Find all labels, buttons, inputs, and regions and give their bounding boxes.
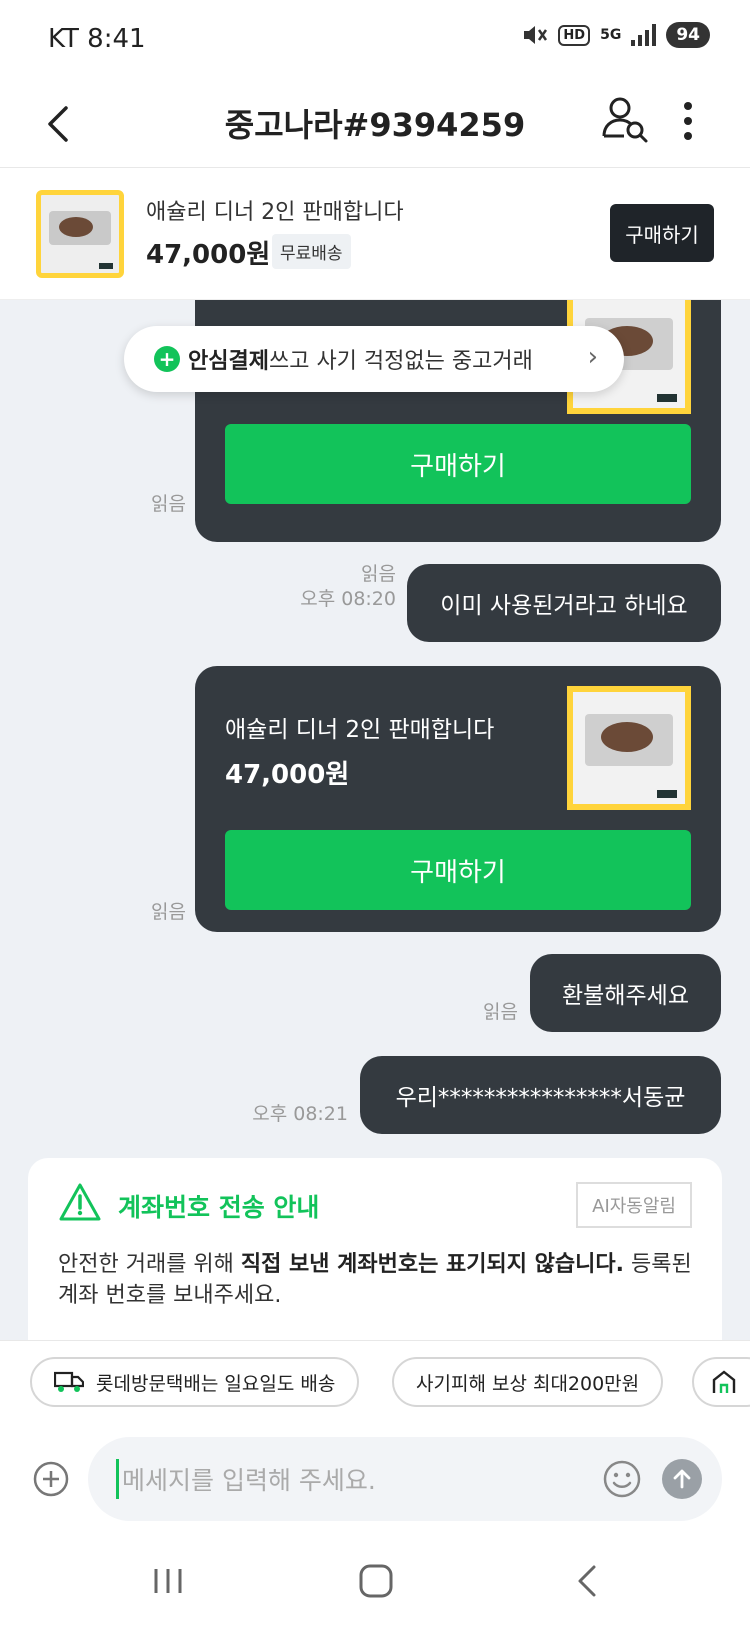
- card-product-price: 47,000원: [225, 760, 350, 790]
- product-card-message: 애슐리 디너 2인 판매합니다 47,000원 구매하기: [195, 666, 721, 932]
- sent-message: 이미 사용된거라고 하네요: [407, 564, 721, 642]
- product-name: 애슐리 디너 2인 판매합니다: [146, 200, 404, 225]
- read-receipt: 읽음: [361, 563, 396, 585]
- chat-header: 중고나라#9394259: [0, 80, 750, 168]
- plus-cross-icon: +: [154, 346, 180, 372]
- home-shield-icon: [712, 1370, 736, 1393]
- safe-payment-banner[interactable]: + 안심결제 쓰고 사기 걱정없는 중고거래 ›: [124, 326, 624, 392]
- product-price: 47,000원: [146, 240, 271, 270]
- card-product-name: 애슐리 디너 2인 판매합니다: [225, 717, 495, 743]
- emoji-icon[interactable]: [602, 1459, 642, 1499]
- status-icons: HD 5G 94: [522, 22, 710, 48]
- arrow-up-icon: [673, 1469, 691, 1489]
- message-meta: 읽음 오후 08:20: [200, 562, 396, 611]
- account-notice-card: 계좌번호 전송 안내 AI자동알림 안전한 거래를 위해 직접 보낸 계좌번호는…: [28, 1158, 722, 1340]
- input-placeholder: 메세지를 입력해 주세요.: [122, 1466, 376, 1495]
- read-receipt: 읽음: [483, 1001, 518, 1023]
- chip-partial[interactable]: [692, 1357, 750, 1407]
- signal-icon: [631, 24, 657, 46]
- shipping-badge: 무료배송: [272, 234, 351, 269]
- system-navigation-bar: [0, 1535, 750, 1625]
- more-options-icon[interactable]: [678, 96, 698, 146]
- chevron-right-icon: ›: [587, 342, 598, 372]
- recent-apps-icon[interactable]: [150, 1563, 186, 1599]
- notice-bold-text: 직접 보낸 계좌번호는 표기되지 않습니다.: [240, 1252, 624, 1277]
- 5g-icon: 5G: [600, 27, 622, 43]
- product-thumbnail[interactable]: [36, 190, 124, 278]
- mute-icon: [524, 26, 548, 44]
- notice-text: 안전한 거래를 위해: [58, 1252, 241, 1277]
- product-summary: 애슐리 디너 2인 판매합니다 47,000원 무료배송 구매하기: [0, 168, 750, 300]
- read-receipt: 읽음: [151, 493, 186, 515]
- sent-message: 우리****************서동균: [360, 1056, 721, 1134]
- card-buy-button[interactable]: 구매하기: [225, 424, 691, 504]
- suggestion-chips: 롯데방문택배는 일요일도 배송 사기피해 보상 최대200만원: [0, 1340, 750, 1425]
- ai-auto-badge: AI자동알림: [576, 1182, 692, 1228]
- notice-title: 계좌번호 전송 안내: [118, 1193, 320, 1222]
- chip-label: 롯데방문택배는 일요일도 배송: [96, 1372, 336, 1395]
- safe-pay-bold: 안심결제: [188, 349, 269, 374]
- battery-icon: 94: [666, 22, 710, 48]
- message-input-bar: 메세지를 입력해 주세요.: [0, 1425, 750, 1535]
- chat-messages[interactable]: 구매하기 읽음 + 안심결제 쓰고 사기 걱정없는 중고거래 › 읽음 오후 0…: [0, 300, 750, 1340]
- chip-label: 사기피해 보상 최대200만원: [416, 1372, 640, 1395]
- safe-pay-text: 쓰고 사기 걱정없는 중고거래: [268, 349, 533, 374]
- home-icon[interactable]: [356, 1561, 396, 1601]
- warning-icon: [59, 1183, 101, 1221]
- chip-lotte-delivery[interactable]: 롯데방문택배는 일요일도 배송: [30, 1357, 360, 1407]
- text-cursor: [116, 1459, 119, 1499]
- card-buy-button[interactable]: 구매하기: [225, 830, 691, 910]
- status-bar: KT 8:41 HD 5G 94: [0, 0, 750, 80]
- hd-icon: HD: [558, 24, 591, 46]
- sent-message: 환불해주세요: [530, 954, 721, 1032]
- send-button[interactable]: [662, 1459, 702, 1499]
- message-input[interactable]: 메세지를 입력해 주세요.: [88, 1437, 722, 1521]
- message-time: 오후 08:21: [252, 1103, 348, 1125]
- message-time: 오후 08:20: [300, 587, 396, 610]
- truck-icon: [54, 1371, 84, 1392]
- add-attachment-icon[interactable]: [32, 1460, 70, 1498]
- user-search-icon[interactable]: [600, 94, 650, 144]
- notice-body: 안전한 거래를 위해 직접 보낸 계좌번호는 표기되지 않습니다. 등록된 계좌…: [58, 1250, 692, 1312]
- status-time: KT 8:41: [48, 24, 146, 54]
- buy-button[interactable]: 구매하기: [610, 204, 714, 262]
- back-nav-icon[interactable]: [570, 1561, 606, 1601]
- card-thumbnail: [567, 686, 691, 810]
- chip-fraud-compensation[interactable]: 사기피해 보상 최대200만원: [392, 1357, 664, 1407]
- read-receipt: 읽음: [151, 901, 186, 923]
